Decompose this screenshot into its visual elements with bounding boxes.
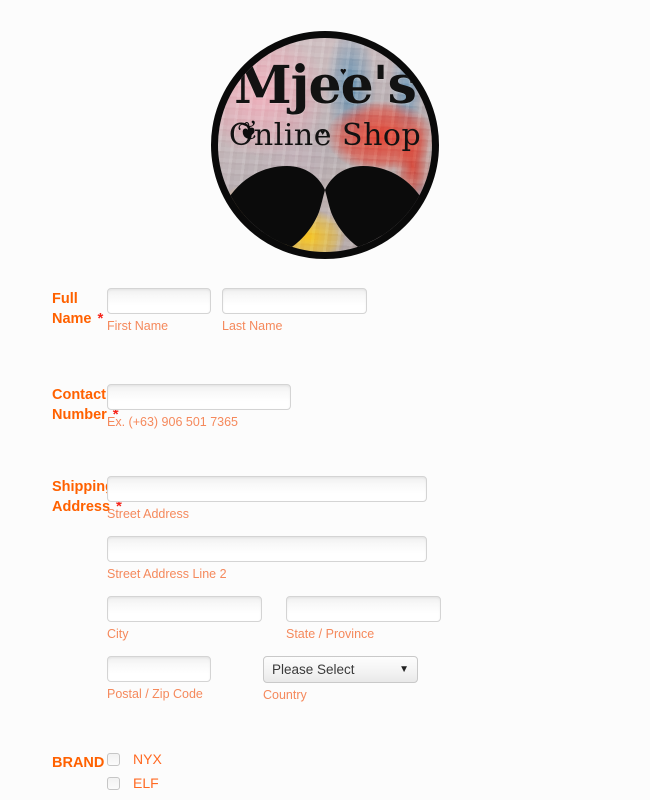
label-brand-text: BRAND xyxy=(52,755,105,771)
contact-number-input[interactable] xyxy=(107,384,291,410)
label-full-name-text: Full Name xyxy=(52,291,92,327)
label-contact-number-text: Contact Number xyxy=(52,387,107,423)
label-shipping-address: Shipping Address * xyxy=(0,476,122,703)
logo-circle: ❦ ♥ ♥ Mjee's Online Shop xyxy=(211,31,439,259)
country-group: Please Select ▼ Country xyxy=(263,656,418,703)
field-row-shipping-address: Shipping Address * Street Address Street … xyxy=(0,476,650,703)
last-name-sublabel: Last Name xyxy=(222,319,283,333)
first-name-sublabel: First Name xyxy=(107,319,169,333)
street-address-2-input[interactable] xyxy=(107,536,427,562)
checkbox-row-nyx[interactable]: NYX xyxy=(107,747,650,771)
city-input[interactable] xyxy=(107,596,262,622)
heart-icon-lower: ♥ xyxy=(320,127,326,137)
street-address-sublabel: Street Address xyxy=(107,507,189,521)
brand-checkbox-group: NYX ELF xyxy=(107,739,650,795)
state-province-input[interactable] xyxy=(286,596,441,622)
last-name-input[interactable] xyxy=(222,288,367,314)
first-name-input[interactable] xyxy=(107,288,211,314)
required-asterisk: * xyxy=(97,310,104,327)
street-address-2-sublabel: Street Address Line 2 xyxy=(107,567,227,581)
full-name-fields: First Name Last Name xyxy=(107,288,650,334)
shipping-address-fields: Street Address Street Address Line 2 Cit… xyxy=(107,476,650,703)
order-form: Full Name * First Name Last Name Contact … xyxy=(0,288,650,795)
logo-line-1: Mjee's xyxy=(234,55,417,116)
contact-number-sublabel: Ex. (+63) 906 501 7365 xyxy=(107,415,238,429)
mustache-icon xyxy=(220,166,430,252)
first-name-group: First Name xyxy=(107,288,211,334)
checkbox-row-elf[interactable]: ELF xyxy=(107,771,650,795)
chevron-down-icon: ▼ xyxy=(399,664,409,675)
postal-code-input[interactable] xyxy=(107,656,211,682)
field-row-full-name: Full Name * First Name Last Name xyxy=(0,288,650,334)
field-row-contact-number: Contact Number * Ex. (+63) 906 501 7365 xyxy=(0,384,650,430)
shop-logo: ❦ ♥ ♥ Mjee's Online Shop xyxy=(0,30,650,260)
checkbox-label-nyx: NYX xyxy=(133,751,162,767)
checkbox-label-elf: ELF xyxy=(133,775,159,791)
contact-number-fields: Ex. (+63) 906 501 7365 xyxy=(107,384,650,430)
street-address-input[interactable] xyxy=(107,476,427,502)
city-group: City xyxy=(107,596,262,642)
postal-code-group: Postal / Zip Code xyxy=(107,656,211,703)
heart-icon-upper: ♥ xyxy=(340,66,347,78)
field-row-brand: BRAND* NYX ELF xyxy=(0,739,650,795)
label-full-name: Full Name * xyxy=(0,288,107,334)
checkbox-nyx[interactable] xyxy=(107,752,120,766)
label-contact-number: Contact Number * xyxy=(0,384,119,430)
country-select-value: Please Select xyxy=(272,662,355,677)
checkbox-elf[interactable] xyxy=(107,776,120,790)
city-sublabel: City xyxy=(107,627,129,641)
postal-code-sublabel: Postal / Zip Code xyxy=(107,687,203,701)
last-name-group: Last Name xyxy=(222,288,367,334)
label-shipping-address-text: Shipping Address xyxy=(52,479,115,515)
street-address-2-group: Street Address Line 2 xyxy=(107,536,650,582)
state-province-group: State / Province xyxy=(286,596,441,642)
street-address-group: Street Address xyxy=(107,476,650,522)
country-sublabel: Country xyxy=(263,688,307,702)
country-select[interactable]: Please Select ▼ xyxy=(263,656,418,683)
label-brand: BRAND* xyxy=(0,739,116,795)
state-province-sublabel: State / Province xyxy=(286,627,375,641)
